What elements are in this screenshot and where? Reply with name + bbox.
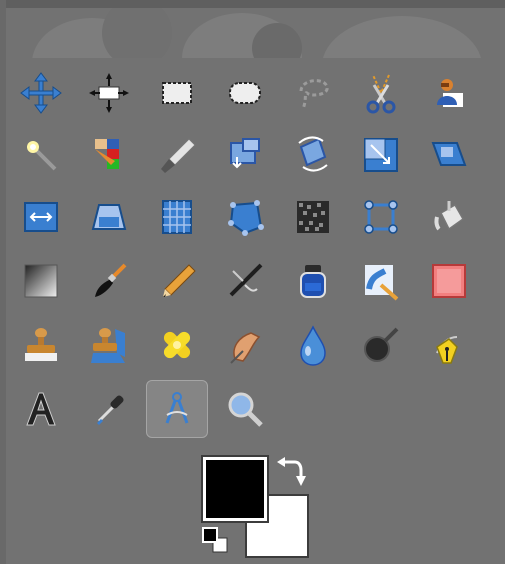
swap-arrows-icon[interactable]: [275, 456, 307, 488]
rect-select-icon: [162, 82, 192, 104]
dodge-burn-icon: [364, 327, 399, 362]
tool-flip[interactable]: [10, 188, 72, 246]
color-select-icon: [95, 139, 119, 169]
tool-handle-transform[interactable]: [350, 188, 412, 246]
move-icon: [20, 72, 62, 114]
tool-cage[interactable]: [214, 188, 276, 246]
crop-knife-icon: [161, 138, 196, 173]
tool-eraser[interactable]: [418, 252, 480, 310]
tool-rect-select[interactable]: [146, 64, 208, 122]
panel-top-border: [0, 0, 505, 8]
foreground-select-icon: [437, 79, 463, 107]
paths-pen-icon: [436, 336, 458, 364]
tool-noise[interactable]: [282, 188, 344, 246]
tool-move[interactable]: [10, 64, 72, 122]
tool-unified-transform[interactable]: [214, 126, 276, 184]
tool-perspective[interactable]: [78, 188, 140, 246]
ellipse-select-icon: [229, 82, 261, 104]
scale-icon: [364, 138, 398, 172]
color-area: [195, 452, 320, 562]
tool-airbrush[interactable]: [214, 252, 276, 310]
scissors-icon: [366, 74, 396, 114]
tool-rotate[interactable]: [282, 126, 344, 184]
tool-ellipse-select[interactable]: [214, 64, 276, 122]
panel-left-edge: [0, 0, 6, 564]
tool-ink[interactable]: [282, 252, 344, 310]
magic-wand-icon: [27, 141, 57, 171]
gradient-icon: [24, 264, 58, 298]
cage-icon: [228, 200, 264, 236]
pencil-icon: [163, 264, 196, 297]
rotate-icon: [298, 136, 328, 172]
tool-paintbrush[interactable]: [78, 252, 140, 310]
flip-icon: [24, 202, 58, 232]
ink-icon: [300, 265, 326, 298]
tool-color-picker[interactable]: [78, 380, 140, 438]
tool-free-select[interactable]: [282, 64, 344, 122]
warp-icon: [162, 200, 192, 234]
mypaint-brush-icon: [365, 265, 399, 301]
shear-icon: [431, 142, 467, 166]
zoom-icon: [228, 392, 263, 427]
airbrush-icon: [229, 263, 263, 297]
wilber-header-art: [22, 8, 492, 58]
tool-warp[interactable]: [146, 188, 208, 246]
tool-mypaint-brush[interactable]: [350, 252, 412, 310]
tool-text[interactable]: [10, 380, 72, 438]
tool-perspective-clone[interactable]: [78, 316, 140, 374]
lasso-icon: [299, 79, 329, 110]
align-icon: [89, 73, 129, 113]
tool-shear[interactable]: [418, 126, 480, 184]
unified-transform-icon: [230, 138, 260, 169]
tool-blur[interactable]: [282, 316, 344, 374]
tool-align[interactable]: [78, 64, 140, 122]
toolbox-panel: [0, 0, 505, 564]
clone-stamp-icon: [25, 328, 57, 361]
bucket-fill-icon: [434, 201, 464, 231]
default-colors-icon[interactable]: [201, 526, 229, 554]
handle-transform-icon: [364, 200, 398, 234]
tool-crop[interactable]: [146, 126, 208, 184]
tool-gradient[interactable]: [10, 252, 72, 310]
tool-smudge[interactable]: [214, 316, 276, 374]
tool-dodge-burn[interactable]: [350, 316, 412, 374]
perspective-icon: [91, 204, 127, 230]
tool-measure[interactable]: [146, 380, 208, 438]
eraser-icon: [432, 264, 466, 298]
tool-foreground-select[interactable]: [418, 64, 480, 122]
heal-icon: [163, 331, 191, 359]
tool-scissors-select[interactable]: [350, 64, 412, 122]
blur-drop-icon: [300, 325, 326, 366]
smudge-icon: [230, 332, 261, 364]
tool-heal[interactable]: [146, 316, 208, 374]
text-icon: [26, 392, 56, 426]
eyedropper-icon: [97, 395, 124, 425]
tool-clone[interactable]: [10, 316, 72, 374]
tool-zoom[interactable]: [214, 380, 276, 438]
tool-fuzzy-select[interactable]: [10, 126, 72, 184]
tool-bucket-fill[interactable]: [418, 188, 480, 246]
tool-pencil[interactable]: [146, 252, 208, 310]
measure-compass-icon: [165, 392, 189, 424]
tool-paths[interactable]: [418, 316, 480, 374]
foreground-color-swatch[interactable]: [201, 455, 269, 523]
paintbrush-icon: [95, 263, 127, 297]
tool-scale[interactable]: [350, 126, 412, 184]
noise-icon: [297, 201, 329, 233]
tool-select-by-color[interactable]: [78, 126, 140, 184]
perspective-clone-icon: [91, 328, 125, 363]
